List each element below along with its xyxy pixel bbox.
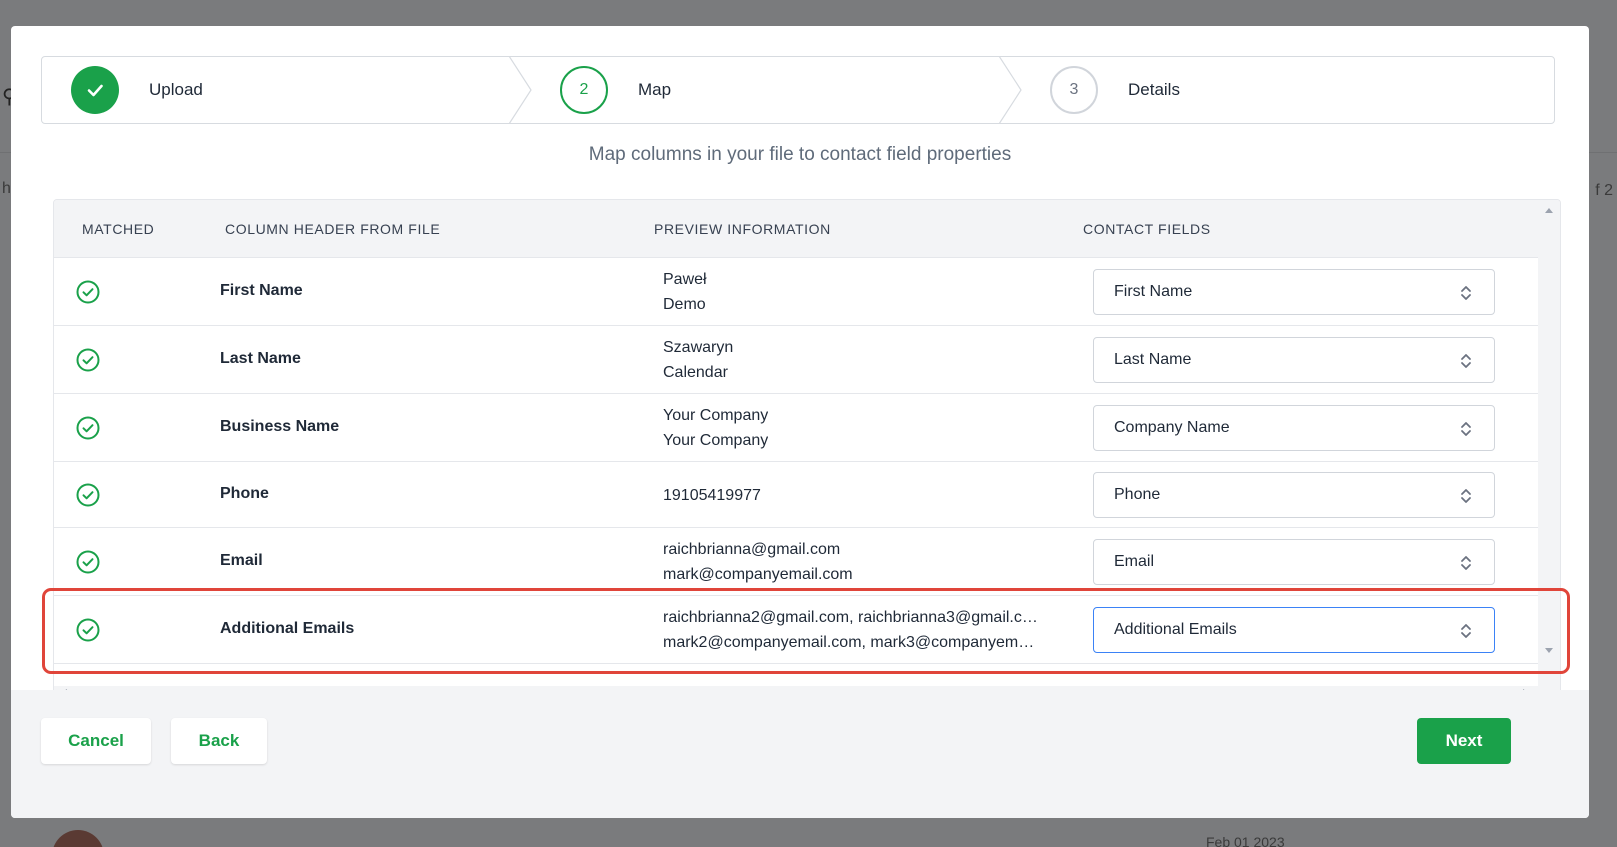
table-row: Last Name Szawaryn Calendar Last Name (54, 326, 1538, 394)
step-map[interactable]: 2 Map (560, 57, 671, 123)
selected-contact-field: Last Name (1114, 351, 1192, 368)
table-row: Phone 19105419977 Phone (54, 462, 1538, 528)
scroll-down-icon[interactable] (1544, 647, 1554, 655)
preview-value: Your Company (663, 432, 769, 449)
cancel-button[interactable]: Cancel (41, 718, 151, 764)
preview-information: raichbrianna2@gmail.com, raichbrianna3@g… (663, 605, 1038, 655)
preview-information: 19105419977 (663, 483, 761, 508)
table-header: MATCHED COLUMN HEADER FROM FILE PREVIEW … (54, 200, 1538, 258)
selected-contact-field: First Name (1114, 283, 1193, 300)
contact-field-select[interactable]: Phone (1093, 472, 1495, 518)
step-upload[interactable]: Upload (71, 57, 203, 123)
preview-value: raichbrianna2@gmail.com, raichbrianna3@g… (663, 609, 1038, 626)
step-label: Upload (149, 80, 203, 99)
vertical-scrollbar[interactable] (1538, 200, 1560, 698)
step-separator-icon (999, 57, 1022, 123)
preview-value: Szawaryn (663, 339, 734, 356)
header-matched: MATCHED (82, 221, 155, 237)
next-button[interactable]: Next (1417, 718, 1511, 764)
preview-value: 19105419977 (663, 486, 761, 504)
select-updown-icon (1461, 489, 1471, 503)
selected-contact-field: Company Name (1114, 419, 1230, 436)
contact-field-select[interactable]: Email (1093, 539, 1495, 585)
background-date: Feb 01 2023 (1206, 834, 1285, 847)
step-details[interactable]: 3 Details (1050, 57, 1180, 123)
column-header-name: Additional Emails (220, 620, 355, 637)
scroll-up-icon[interactable] (1544, 206, 1554, 214)
header-contact-fields: CONTACT FIELDS (1083, 221, 1211, 237)
header-preview: PREVIEW INFORMATION (654, 221, 831, 237)
preview-information: raichbrianna@gmail.com mark@companyemail.… (663, 537, 853, 587)
matched-check-icon (76, 348, 100, 372)
background-pagination-fragment: f 2 (1595, 182, 1613, 199)
background-text-fragment: h (2, 180, 11, 197)
preview-value: Paweł (663, 271, 707, 288)
preview-information: Paweł Demo (663, 267, 707, 317)
preview-value: Your Company (663, 407, 769, 424)
check-icon (71, 66, 119, 114)
table-row: Business Name Your Company Your Company Com… (54, 394, 1538, 462)
matched-check-icon (76, 550, 100, 574)
preview-value: mark2@companyemail.com, mark3@companyem… (663, 634, 1035, 651)
select-updown-icon (1461, 422, 1471, 436)
table-row: Additional Emails raichbrianna2@gmail.com… (54, 596, 1538, 664)
select-updown-icon (1461, 354, 1471, 368)
mapping-table: MATCHED COLUMN HEADER FROM FILE PREVIEW … (53, 199, 1561, 699)
contact-field-select[interactable]: Company Name (1093, 405, 1495, 451)
background-avatar (52, 830, 104, 847)
preview-information: Your Company Your Company (663, 403, 768, 453)
matched-check-icon (76, 483, 100, 507)
contact-field-select[interactable]: Last Name (1093, 337, 1495, 383)
modal-footer: Cancel Back Next (11, 690, 1589, 818)
step-label: Details (1128, 80, 1180, 99)
preview-information: Szawaryn Calendar (663, 335, 733, 385)
column-header-name: Phone (220, 485, 269, 502)
import-modal: Upload 2 Map 3 Details Map columns in yo… (11, 26, 1589, 818)
table-row: First Name Paweł Demo First Name (54, 258, 1538, 326)
column-header-name: Business Name (220, 418, 340, 435)
matched-check-icon (76, 280, 100, 304)
step-separator-icon (509, 57, 532, 123)
preview-value: Calendar (663, 364, 728, 381)
step-number: 3 (1050, 66, 1098, 114)
page-subtitle: Map columns in your file to contact fiel… (588, 144, 1012, 165)
column-header-name: Email (220, 552, 263, 569)
contact-field-select[interactable]: Additional Emails (1093, 607, 1495, 653)
contact-field-select[interactable]: First Name (1093, 269, 1495, 315)
header-column: COLUMN HEADER FROM FILE (225, 221, 441, 237)
select-updown-icon (1461, 624, 1471, 638)
selected-contact-field: Additional Emails (1114, 621, 1237, 638)
back-button[interactable]: Back (171, 718, 267, 764)
select-updown-icon (1461, 286, 1471, 300)
preview-value: Demo (663, 296, 706, 313)
matched-check-icon (76, 416, 100, 440)
column-header-name: First Name (220, 282, 303, 299)
import-stepper: Upload 2 Map 3 Details (41, 56, 1555, 124)
preview-value: mark@companyemail.com (663, 566, 853, 583)
table-row: Email raichbrianna@gmail.com mark@companye… (54, 528, 1538, 596)
select-updown-icon (1461, 556, 1471, 570)
matched-check-icon (76, 618, 100, 642)
step-label: Map (638, 80, 672, 99)
selected-contact-field: Phone (1114, 486, 1161, 503)
preview-value: raichbrianna@gmail.com (663, 541, 841, 558)
column-header-name: Last Name (220, 350, 301, 367)
selected-contact-field: Email (1114, 553, 1155, 570)
step-number: 2 (560, 66, 608, 114)
